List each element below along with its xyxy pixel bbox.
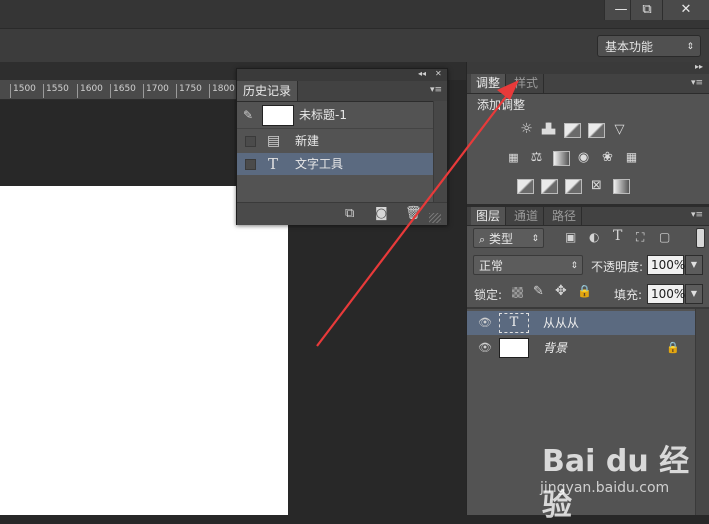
watermark-url: jingyan.baidu.com [540,480,670,496]
arrow-shaft [316,93,509,347]
watermark: Bai du 经验 jingyan.baidu.com [540,436,709,523]
arrow-head [497,80,519,100]
